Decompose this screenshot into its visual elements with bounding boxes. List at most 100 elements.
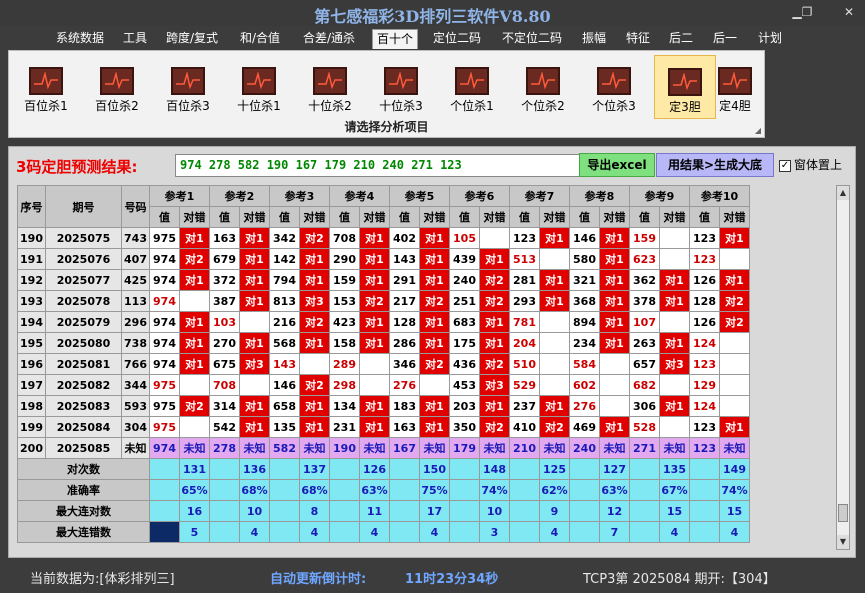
table-row[interactable]: 190 2025075 743 975 对1 163 对1 342 对2 708 对1 402 对1 10… [17, 227, 750, 249]
value-cell: 321 [569, 269, 600, 291]
value-cell: 679 [209, 248, 240, 270]
table-row[interactable]: 195 2025080 738 974 对1 270 对1 568 对1 158 对1 286 对1 17… [17, 332, 750, 354]
prediction-row[interactable]: 200 2025085 未知 974 未知 278 未知 582 未知 190 未知 167 未知 179… [17, 437, 750, 459]
table-row[interactable]: 198 2025083 593 975 对2 314 对1 658 对1 134 对1 183 对1 20… [17, 395, 750, 417]
table-row[interactable]: 192 2025077 425 974 对1 372 对1 794 对1 159 对1 291 对1 24… [17, 269, 750, 291]
seq-cell: 193 [17, 290, 46, 312]
seq-cell: 199 [17, 416, 46, 438]
menu-last-one[interactable]: 后一 [713, 29, 737, 49]
value-cell: 683 [449, 311, 480, 333]
menu-feature[interactable]: 特征 [626, 29, 650, 49]
menu-tools[interactable]: 工具 [123, 29, 147, 49]
table-row[interactable]: 194 2025079 296 974 对1 103 216 对2 423 对1 128 对1 683 对… [17, 311, 750, 333]
ribbon-button-8[interactable]: 个位杀2 [512, 55, 574, 119]
scroll-down-icon[interactable]: ▼ [837, 535, 849, 549]
value-cell: 158 [329, 332, 360, 354]
stats-blank-cell [149, 479, 180, 501]
table-row[interactable]: 193 2025078 113 974 387 对1 813 对3 153 对2 217 对2 251 对… [17, 290, 750, 312]
stats-value-cell: 7 [599, 521, 630, 543]
sub-head-value: 值 [449, 206, 480, 228]
stats-value-cell: 75% [419, 479, 450, 501]
menu-sum[interactable]: 和/合值 [240, 29, 280, 49]
stats-value-cell: 4 [539, 521, 570, 543]
vertical-scrollbar[interactable]: ▲ ▼ [836, 185, 850, 550]
sub-head-result: 对错 [719, 206, 750, 228]
value-cell: 290 [329, 248, 360, 270]
value-cell: 123 [689, 353, 720, 375]
result-cell: 对1 [179, 311, 210, 333]
value-cell: 276 [389, 374, 420, 396]
value-cell: 146 [569, 227, 600, 249]
scroll-thumb[interactable] [838, 504, 848, 522]
result-cell [179, 290, 210, 312]
check-icon[interactable]: ✓ [779, 159, 791, 172]
result-cell: 对1 [179, 332, 210, 354]
generate-base-button[interactable]: 用结果>生成大底 [656, 153, 774, 177]
value-cell: 142 [269, 248, 300, 270]
ribbon-button-11[interactable]: 定4胆 [709, 55, 761, 119]
menu-diff[interactable]: 合差/通杀 [303, 29, 355, 49]
number-cell: 743 [121, 227, 150, 249]
value-cell: 270 [209, 332, 240, 354]
seq-cell: 198 [17, 395, 46, 417]
table-row[interactable]: 199 2025084 304 975 542 对1 135 对1 231 对1 163 对1 350 对… [17, 416, 750, 438]
result-cell [299, 353, 330, 375]
menu-fixed-two[interactable]: 定位二码 [433, 29, 481, 49]
menu-plan[interactable]: 计划 [758, 29, 782, 49]
menu-last-two[interactable]: 后二 [669, 29, 693, 49]
ribbon-button-10[interactable]: 定3胆 [654, 55, 716, 119]
col-head-ref: 参考8 [569, 185, 630, 207]
prediction-value-cell: 190 [329, 437, 360, 459]
value-cell: 128 [389, 311, 420, 333]
ribbon-button-2[interactable]: 百位杀2 [86, 55, 148, 119]
ribbon-button-3[interactable]: 百位杀3 [157, 55, 219, 119]
result-cell: 对1 [239, 269, 270, 291]
sub-head-result: 对错 [419, 206, 450, 228]
menu-amplitude[interactable]: 振幅 [582, 29, 606, 49]
value-cell: 975 [149, 395, 180, 417]
menu-unfixed-two[interactable]: 不定位二码 [502, 29, 562, 49]
result-cell: 对1 [179, 269, 210, 291]
scroll-up-icon[interactable]: ▲ [837, 186, 849, 200]
result-cell: 对2 [419, 353, 450, 375]
stats-value-cell: 12 [599, 500, 630, 522]
ribbon-button-9[interactable]: 个位杀3 [583, 55, 645, 119]
stats-value-cell: 63% [599, 479, 630, 501]
export-excel-button[interactable]: 导出excel [579, 153, 655, 177]
value-cell: 123 [689, 248, 720, 270]
seq-cell: 196 [17, 353, 46, 375]
sub-head-value: 值 [689, 206, 720, 228]
table-row[interactable]: 191 2025076 407 974 对2 679 对1 142 对1 290 对1 143 对1 43… [17, 248, 750, 270]
result-cell: 对1 [299, 248, 330, 270]
value-cell: 159 [329, 269, 360, 291]
ribbon-button-label: 个位杀1 [450, 99, 494, 113]
value-cell: 423 [329, 311, 360, 333]
ribbon-button-4[interactable]: 十位杀1 [228, 55, 290, 119]
value-cell: 794 [269, 269, 300, 291]
period-cell: 2025084 [45, 416, 122, 438]
result-field[interactable]: 974 278 582 190 167 179 210 240 271 123 [175, 154, 580, 177]
ribbon-button-7[interactable]: 个位杀1 [441, 55, 503, 119]
ribbon-button-5[interactable]: 十位杀2 [299, 55, 361, 119]
value-cell: 372 [209, 269, 240, 291]
restore-icon[interactable]: ❐ [796, 4, 818, 20]
close-icon[interactable]: ✕ [838, 4, 860, 20]
menu-positions[interactable]: 百十个 [372, 29, 419, 49]
result-cell: 对1 [539, 269, 570, 291]
results-table: 序号 期号 号码 参考1 参考2 参考3 参考4 参考5 参考6 参考7 参考8 参考9 参考10 值对错… [17, 185, 750, 543]
table-row[interactable]: 197 2025082 344 975 708 146 对2 298 276 453 对3 529 60… [17, 374, 750, 396]
stats-value-cell: 74% [719, 479, 750, 501]
ribbon-button-1[interactable]: 百位杀1 [15, 55, 77, 119]
menu-span[interactable]: 跨度/复式 [166, 29, 218, 49]
table-row[interactable]: 196 2025081 766 974 对1 675 对3 143 289 346 对2 436 对2 5… [17, 353, 750, 375]
stats-value-cell: 4 [239, 521, 270, 543]
stats-value-cell: 136 [239, 458, 270, 480]
expand-icon[interactable]: ◢ [755, 126, 761, 135]
chart-icon [384, 67, 418, 95]
result-cell [599, 395, 630, 417]
ribbon-button-6[interactable]: 十位杀3 [370, 55, 432, 119]
stats-blank-cell [389, 500, 420, 522]
topmost-checkbox[interactable]: ✓ 窗体置上 [779, 156, 842, 173]
result-cell: 对1 [479, 311, 510, 333]
menu-system-data[interactable]: 系统数据 [56, 29, 104, 49]
